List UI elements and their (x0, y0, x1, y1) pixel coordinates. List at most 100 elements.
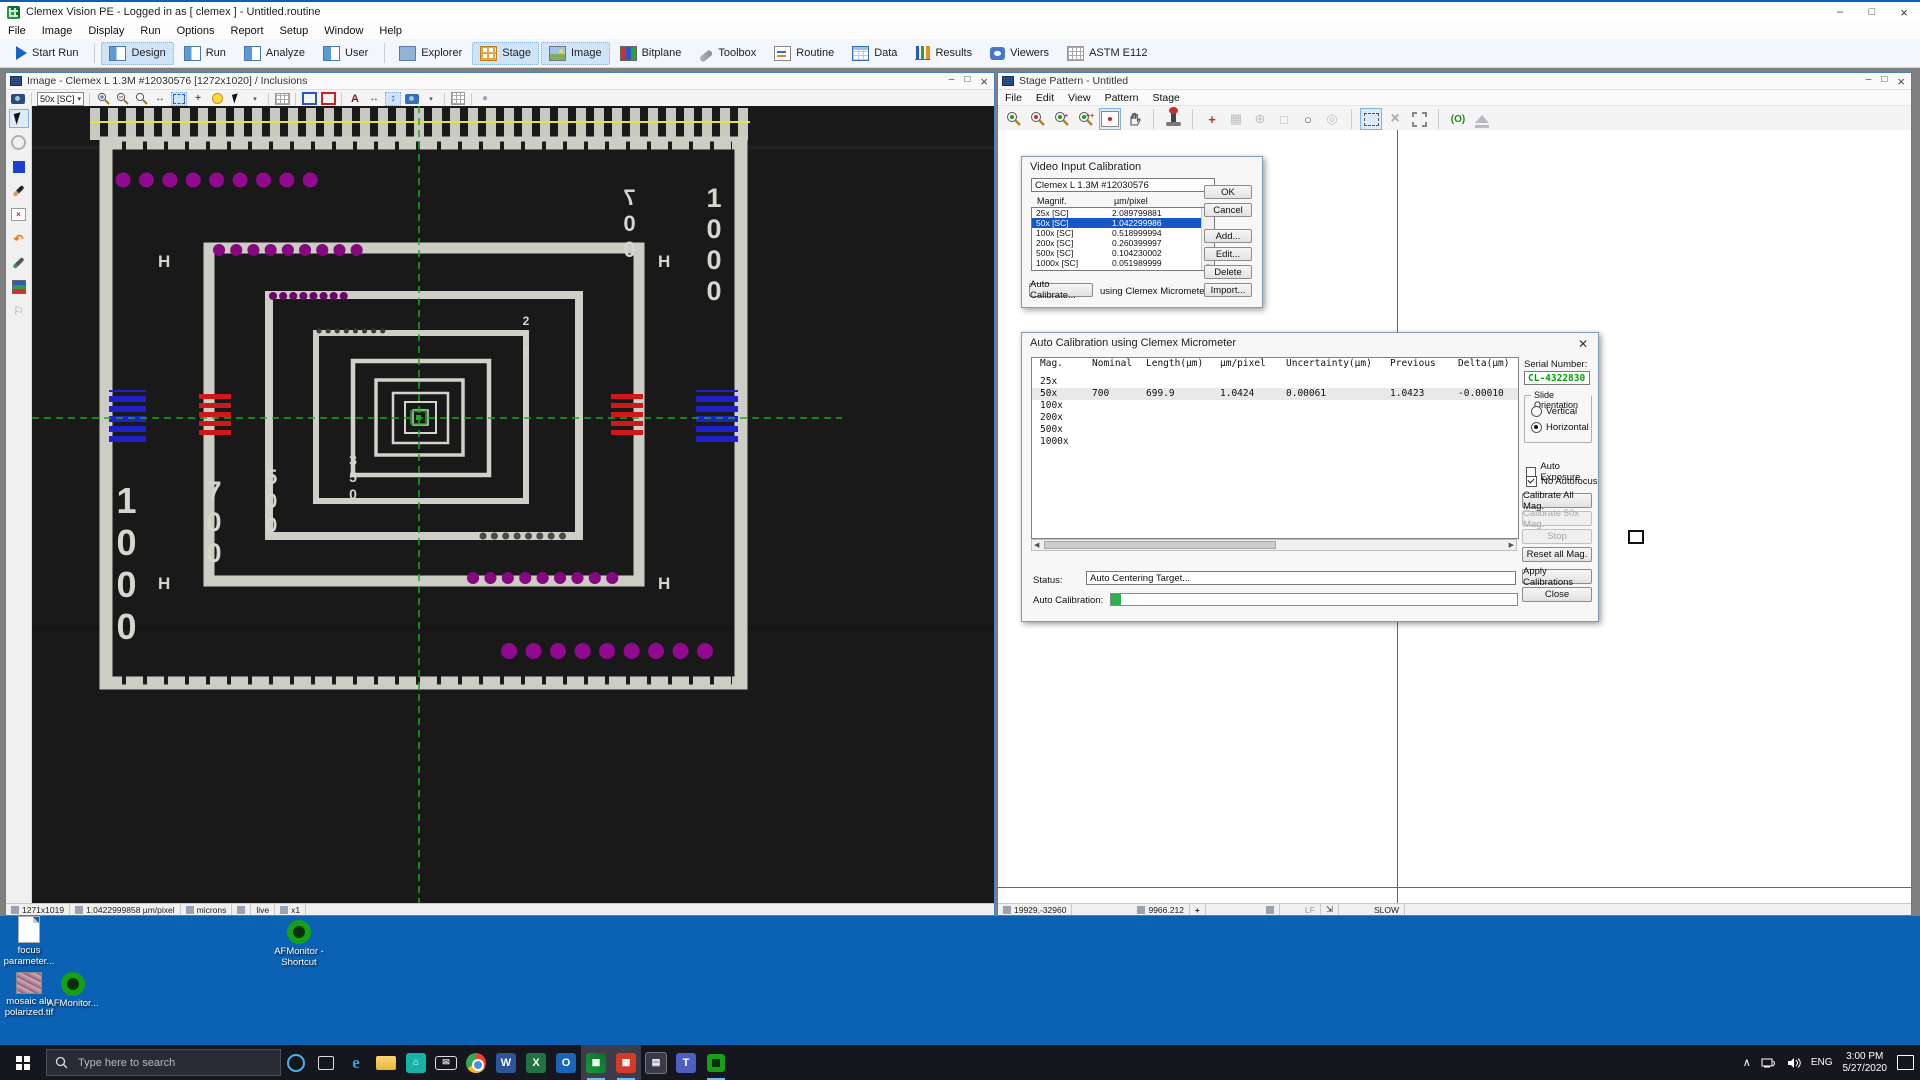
design-button[interactable]: Design (101, 42, 173, 65)
pointer-tool-icon[interactable] (228, 92, 244, 106)
tray-language[interactable]: ENG (1811, 1057, 1833, 1068)
menu-options[interactable]: Options (169, 24, 223, 38)
crosshair-tool-icon[interactable]: ↕ (385, 92, 401, 106)
magnification-combobox[interactable]: 50x [SC] ▾ (37, 92, 84, 106)
circle-pattern-icon[interactable]: ○ (1297, 108, 1319, 130)
stage-menu-file[interactable]: File (998, 92, 1029, 104)
close-icon[interactable] (1888, 2, 1920, 22)
zoom-fit-icon[interactable] (133, 92, 149, 106)
layers-icon[interactable] (9, 277, 29, 296)
minimize-icon[interactable] (1824, 2, 1856, 22)
tray-clock[interactable]: 3:00 PM 5/27/2020 (1843, 1051, 1888, 1075)
list-item[interactable]: 100x [SC]0.518999994 (1032, 228, 1214, 238)
flag-icon[interactable]: ⚐ (9, 301, 29, 320)
pan-hand-icon[interactable] (1123, 108, 1145, 130)
explorer-button[interactable]: Explorer (391, 42, 470, 65)
camera-grab-icon[interactable] (11, 94, 25, 104)
rect-pattern-icon[interactable]: □ (1273, 108, 1295, 130)
menu-run[interactable]: Run (132, 24, 168, 38)
sphere-pattern-icon[interactable]: ⊕ (1249, 108, 1271, 130)
zoom-extents-icon[interactable]: ++ (1075, 108, 1097, 130)
list-item[interactable]: 500x [SC]0.104230002 (1032, 248, 1214, 258)
bitplane-button[interactable]: Bitplane (612, 42, 690, 65)
grid-pattern-icon[interactable]: ▦ (1225, 108, 1247, 130)
taskbar-chrome[interactable] (461, 1045, 491, 1080)
zoom-in-icon[interactable] (1003, 108, 1025, 130)
delete-button[interactable]: Delete (1204, 265, 1252, 279)
taskbar-cortana[interactable] (281, 1045, 311, 1080)
camera-combobox[interactable]: Clemex L 1.3M #12030576 (1031, 178, 1215, 192)
start-button[interactable] (0, 1045, 46, 1080)
start-run-button[interactable]: Start Run (8, 42, 86, 64)
minimize-icon[interactable] (949, 74, 955, 89)
select-region-icon[interactable] (171, 92, 187, 106)
run-button[interactable]: Run (176, 42, 234, 65)
desktop-icon-focus-parameter[interactable]: focus parameter... (0, 916, 62, 968)
autofocus-rings-icon[interactable]: (O) (1447, 108, 1469, 130)
maximize-icon[interactable] (1856, 2, 1888, 22)
goto-position-icon[interactable]: + (1201, 108, 1223, 130)
network-icon[interactable] (1761, 1057, 1777, 1069)
measure-icon[interactable]: ↔ (366, 92, 382, 106)
horizontal-scrollbar[interactable]: ◀ ▶ (1031, 539, 1517, 551)
zoom-out-icon[interactable] (1027, 108, 1049, 130)
apply-calibrations-button[interactable]: Apply Calibrations (1522, 569, 1592, 584)
taskbar-clemex-vision[interactable]: ▦ (581, 1045, 611, 1080)
user-button[interactable]: User (315, 42, 376, 65)
table-row-highlighted[interactable]: 50x700699.91.04240.000611.0423-0.00010 (1032, 388, 1518, 400)
taskbar-afmonitor[interactable] (701, 1045, 731, 1080)
zoom-out-icon[interactable] (114, 92, 130, 106)
calibration-list[interactable]: 25x [SC]2.089799881 50x [SC]1.042299986 … (1031, 207, 1215, 271)
menu-image[interactable]: Image (34, 24, 81, 38)
data-button[interactable]: Data (844, 42, 905, 65)
stage-menu-stage[interactable]: Stage (1145, 92, 1186, 104)
minimize-icon[interactable] (1866, 74, 1872, 89)
routine-button[interactable]: Routine (766, 42, 842, 65)
lamp-icon[interactable] (209, 92, 225, 106)
annotation-icon[interactable]: A (347, 92, 363, 106)
close-button[interactable]: Close (1522, 587, 1592, 602)
auto-calibrate-button[interactable]: Auto Calibrate... (1029, 283, 1093, 297)
table-row[interactable]: 500x (1032, 424, 1518, 436)
joystick-icon[interactable] (1162, 108, 1184, 130)
taskbar-mail[interactable]: ✉ (431, 1045, 461, 1080)
stage-menu-view[interactable]: View (1061, 92, 1098, 104)
stop-button[interactable]: Stop (1522, 529, 1592, 544)
scroll-thumb[interactable] (1044, 541, 1276, 549)
red-frame-icon[interactable] (320, 92, 336, 106)
calibration-target-image[interactable]: 1000 700 500 350 1000 700 200 H H H H (32, 106, 994, 904)
zoom-selection-icon[interactable]: + (1051, 108, 1073, 130)
preview-icon[interactable] (274, 92, 290, 106)
edit-button[interactable]: Edit... (1204, 247, 1252, 261)
taskbar-clemex-capture[interactable]: ▦ (611, 1045, 641, 1080)
chevron-down-icon[interactable]: ▾ (247, 92, 263, 106)
search-input[interactable] (76, 1056, 260, 1070)
desktop-icon-afmonitor-shortcut[interactable]: AFMonitor - Shortcut (266, 920, 332, 969)
results-button[interactable]: Results (907, 42, 980, 64)
field-frame-icon[interactable] (1360, 108, 1382, 130)
clear-image-icon[interactable]: × (9, 205, 29, 224)
undo-icon[interactable]: ↶ (9, 229, 29, 248)
ok-button[interactable]: OK (1204, 185, 1252, 199)
calibrate-all-button[interactable]: Calibrate All Mag. (1522, 493, 1592, 508)
mosaic-icon[interactable] (450, 92, 466, 106)
zoom-in-icon[interactable] (95, 92, 111, 106)
image-button[interactable]: Image (541, 42, 610, 65)
add-button[interactable]: Add... (1204, 229, 1252, 243)
toolbox-button[interactable]: Toolbox (691, 43, 764, 63)
table-row[interactable]: 100x (1032, 400, 1518, 412)
taskbar-teams[interactable]: T (671, 1045, 701, 1080)
navigator-icon[interactable] (1099, 108, 1121, 130)
close-icon[interactable] (1897, 74, 1905, 89)
close-icon[interactable] (980, 74, 988, 89)
import-button[interactable]: Import... (1204, 283, 1252, 297)
menu-window[interactable]: Window (316, 24, 371, 38)
table-row[interactable]: 200x (1032, 412, 1518, 424)
pointer-icon[interactable] (9, 109, 29, 128)
notification-center-icon[interactable] (1897, 1055, 1914, 1070)
taskbar-store[interactable]: ⌂ (401, 1045, 431, 1080)
volume-icon[interactable] (1787, 1057, 1801, 1069)
stage-field-box[interactable] (1628, 530, 1644, 544)
maximize-icon[interactable] (1881, 74, 1887, 89)
serial-number-field[interactable]: CL-4322830 (1524, 371, 1590, 385)
